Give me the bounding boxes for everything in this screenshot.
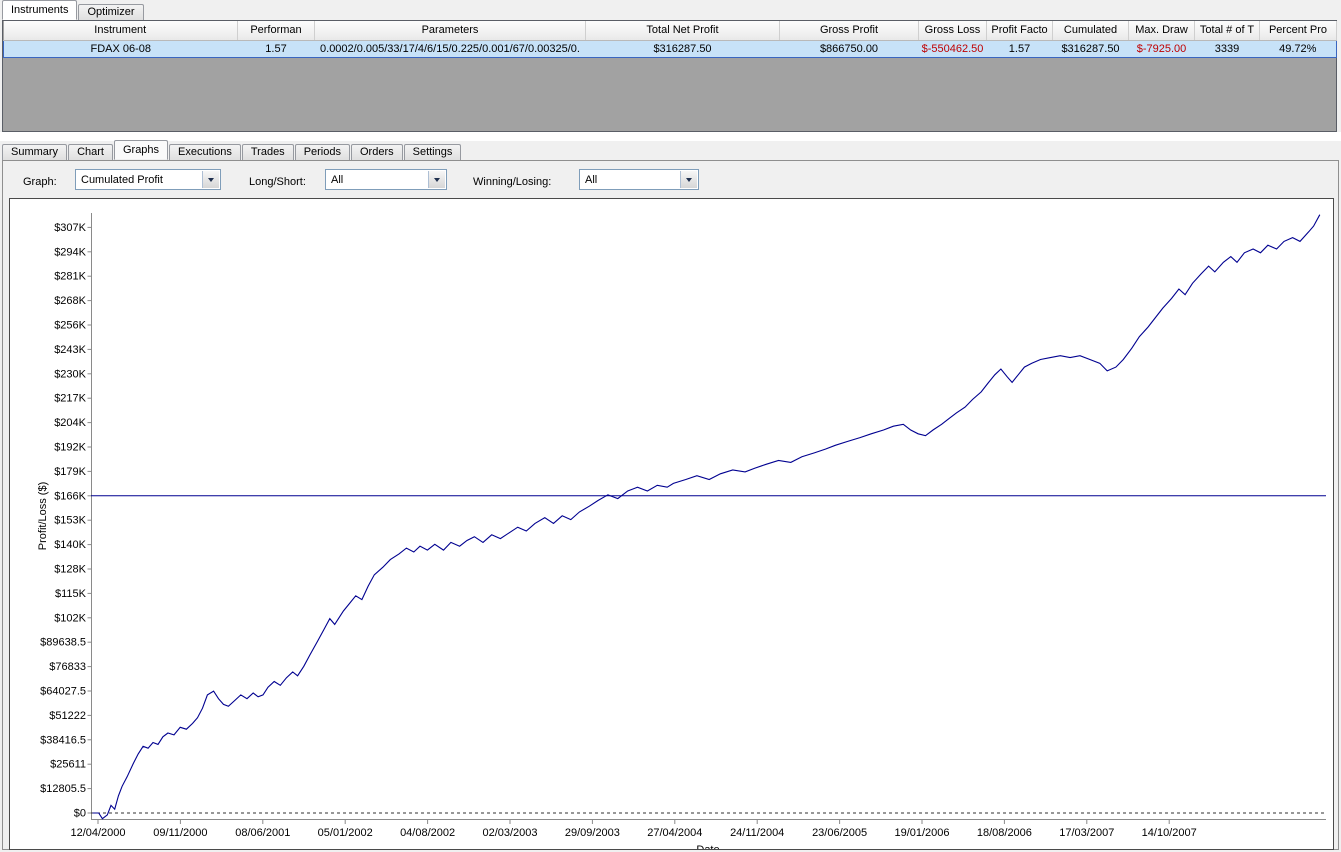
svg-text:$115K: $115K	[55, 588, 87, 600]
svg-text:$128K: $128K	[54, 564, 86, 576]
svg-text:$281K: $281K	[54, 271, 86, 283]
cell-instrument: FDAX 06-08	[4, 40, 238, 57]
svg-text:$140K: $140K	[54, 539, 86, 551]
svg-text:17/03/2007: 17/03/2007	[1059, 827, 1114, 839]
svg-text:$268K: $268K	[54, 295, 86, 307]
svg-text:$64027.5: $64027.5	[40, 686, 86, 698]
svg-text:$217K: $217K	[54, 393, 86, 405]
cell-max-draw: $-7925.00	[1129, 40, 1195, 57]
cell-parameters: 0.0002/0.005/33/17/4/6/15/0.225/0.001/67…	[315, 40, 586, 57]
top-tabstrip: InstrumentsOptimizer	[2, 1, 145, 20]
svg-text:14/10/2007: 14/10/2007	[1142, 827, 1197, 839]
cell-total-net-profit: $316287.50	[586, 40, 780, 57]
chevron-down-icon	[208, 178, 214, 182]
tab-settings[interactable]: Settings	[404, 144, 462, 160]
instrument-row[interactable]: FDAX 06-081.570.0002/0.005/33/17/4/6/15/…	[4, 40, 1337, 57]
tab-chart[interactable]: Chart	[68, 144, 113, 160]
graph-select[interactable]: Cumulated Profit	[75, 169, 221, 190]
column-header-max-draw[interactable]: Max. Draw	[1129, 21, 1195, 40]
svg-text:Date: Date	[696, 844, 719, 849]
column-header-gross-profit[interactable]: Gross Profit	[780, 21, 919, 40]
column-header-performan[interactable]: Performan	[238, 21, 315, 40]
cell-percent-pro: 49.72%	[1260, 40, 1337, 57]
graph-select-dropdown-button[interactable]	[202, 171, 219, 188]
backtest-window: { "top_tabs": [ { "label": "Instruments"…	[0, 0, 1341, 849]
chevron-down-icon	[686, 178, 692, 182]
instruments-grid-panel: InstrumentPerformanParametersTotal Net P…	[2, 20, 1337, 132]
winning-losing-select[interactable]: All	[579, 169, 699, 190]
graph-select-value: Cumulated Profit	[81, 174, 163, 186]
cell-cumulated: $316287.50	[1053, 40, 1129, 57]
svg-text:$243K: $243K	[54, 344, 86, 356]
svg-text:12/04/2000: 12/04/2000	[70, 827, 125, 839]
svg-text:$294K: $294K	[54, 246, 86, 258]
svg-text:$89638.5: $89638.5	[40, 637, 86, 649]
chevron-down-icon	[434, 178, 440, 182]
svg-text:$256K: $256K	[54, 320, 86, 332]
column-header-cumulated[interactable]: Cumulated	[1053, 21, 1129, 40]
column-header-parameters[interactable]: Parameters	[315, 21, 586, 40]
svg-text:$0: $0	[74, 808, 86, 820]
svg-text:$230K: $230K	[54, 368, 86, 380]
panel-divider	[0, 132, 1341, 141]
winning-losing-dropdown-button[interactable]	[680, 171, 697, 188]
svg-text:$25611: $25611	[50, 759, 86, 771]
tab-optimizer[interactable]: Optimizer	[78, 4, 143, 20]
svg-text:05/01/2002: 05/01/2002	[318, 827, 373, 839]
tab-summary[interactable]: Summary	[2, 144, 67, 160]
column-header-percent-pro[interactable]: Percent Pro	[1260, 21, 1337, 40]
svg-text:09/11/2000: 09/11/2000	[153, 827, 207, 839]
column-header-total-of-t[interactable]: Total # of T	[1195, 21, 1260, 40]
cell-gross-loss: $-550462.50	[919, 40, 987, 57]
svg-text:$102K: $102K	[54, 612, 86, 624]
svg-text:Profit/Loss ($): Profit/Loss ($)	[37, 482, 49, 550]
svg-text:$307K: $307K	[54, 222, 86, 234]
svg-text:$12805.5: $12805.5	[40, 783, 86, 795]
winning-losing-select-value: All	[585, 174, 597, 186]
svg-text:$166K: $166K	[54, 490, 86, 502]
svg-text:29/09/2003: 29/09/2003	[565, 827, 620, 839]
tab-graphs[interactable]: Graphs	[114, 140, 168, 160]
cell-profit-facto: 1.57	[987, 40, 1053, 57]
column-header-total-net-profit[interactable]: Total Net Profit	[586, 21, 780, 40]
long-short-select[interactable]: All	[325, 169, 447, 190]
svg-text:08/06/2001: 08/06/2001	[235, 827, 290, 839]
svg-text:18/08/2006: 18/08/2006	[977, 827, 1032, 839]
tab-executions[interactable]: Executions	[169, 144, 241, 160]
tab-periods[interactable]: Periods	[295, 144, 350, 160]
column-header-profit-facto[interactable]: Profit Facto	[987, 21, 1053, 40]
svg-text:$38416.5: $38416.5	[40, 734, 86, 746]
svg-text:23/06/2005: 23/06/2005	[812, 827, 867, 839]
svg-text:$204K: $204K	[54, 417, 86, 429]
svg-text:27/04/2004: 27/04/2004	[647, 827, 702, 839]
graph-label: Graph:	[23, 172, 57, 193]
column-header-instrument[interactable]: Instrument	[4, 21, 238, 40]
svg-text:24/11/2004: 24/11/2004	[730, 827, 784, 839]
tab-orders[interactable]: Orders	[351, 144, 403, 160]
cell-performan: 1.57	[238, 40, 315, 57]
tab-trades[interactable]: Trades	[242, 144, 294, 160]
svg-text:$153K: $153K	[54, 515, 86, 527]
cumulated-profit-chart-panel: $0 $12805.5 $25611 $38416.5 $51222 $64027.5 $7…	[9, 198, 1334, 850]
column-header-gross-loss[interactable]: Gross Loss	[919, 21, 987, 40]
svg-text:$51222: $51222	[49, 710, 86, 722]
view-tabstrip: SummaryChartGraphsExecutionsTradesPeriod…	[2, 141, 462, 160]
long-short-label: Long/Short:	[249, 172, 306, 193]
long-short-dropdown-button[interactable]	[428, 171, 445, 188]
instruments-table: InstrumentPerformanParametersTotal Net P…	[3, 21, 1337, 58]
svg-text:$179K: $179K	[54, 466, 86, 478]
long-short-select-value: All	[331, 174, 343, 186]
svg-text:19/01/2006: 19/01/2006	[894, 827, 949, 839]
svg-text:04/08/2002: 04/08/2002	[400, 827, 455, 839]
winning-losing-label: Winning/Losing:	[473, 172, 551, 193]
svg-text:$192K: $192K	[54, 442, 86, 454]
profit-chart: $0 $12805.5 $25611 $38416.5 $51222 $64027.5 $7…	[10, 199, 1333, 849]
graphs-tab-page: Graph: Cumulated Profit Long/Short: All …	[2, 160, 1339, 850]
svg-text:$76833: $76833	[49, 661, 86, 673]
tab-instruments[interactable]: Instruments	[2, 0, 77, 20]
cell-total-of-t: 3339	[1195, 40, 1260, 57]
svg-text:02/03/2003: 02/03/2003	[482, 827, 537, 839]
cell-gross-profit: $866750.00	[780, 40, 919, 57]
